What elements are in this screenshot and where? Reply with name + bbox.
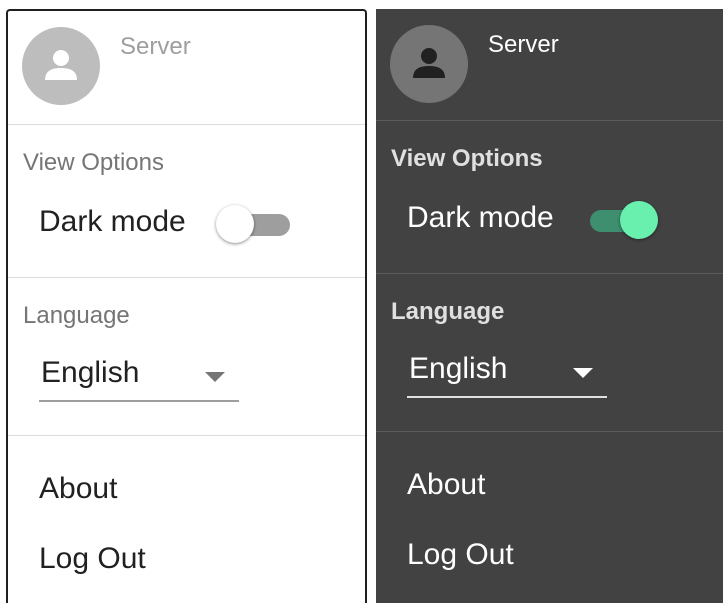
dark-mode-label: Dark mode [39, 205, 186, 238]
divider [8, 277, 365, 278]
toggle-thumb[interactable] [216, 205, 254, 243]
language-select-value: English [409, 352, 508, 385]
about-menu-item[interactable]: About [39, 472, 117, 506]
language-select[interactable]: English [39, 350, 239, 402]
select-underline [39, 400, 239, 402]
view-options-title: View Options [23, 149, 164, 176]
logout-menu-item[interactable]: Log Out [39, 542, 146, 576]
dark-mode-toggle[interactable] [584, 198, 658, 239]
server-name: Server [488, 31, 559, 58]
menu-panel-light: Server View Options Dark mode Language E… [6, 9, 367, 603]
person-icon [45, 50, 77, 80]
caret-down-icon [573, 368, 593, 378]
view-options-title: View Options [391, 145, 543, 172]
divider [8, 124, 365, 125]
divider [8, 435, 365, 436]
language-select[interactable]: English [407, 346, 607, 398]
avatar[interactable] [22, 27, 100, 105]
caret-down-icon [205, 372, 225, 382]
dark-mode-toggle[interactable] [216, 202, 290, 243]
toggle-thumb[interactable] [620, 201, 658, 239]
language-title: Language [391, 298, 505, 325]
server-name: Server [120, 33, 191, 60]
menu-panel-dark: Server View Options Dark mode Language E… [376, 9, 723, 603]
divider [376, 431, 723, 432]
select-underline [407, 396, 607, 398]
logout-menu-item[interactable]: Log Out [407, 538, 514, 572]
dark-mode-label: Dark mode [407, 201, 554, 234]
about-menu-item[interactable]: About [407, 468, 485, 502]
screenshot-stage: Server View Options Dark mode Language E… [0, 0, 723, 603]
language-title: Language [23, 302, 130, 329]
avatar[interactable] [390, 25, 468, 103]
divider [376, 273, 723, 274]
divider [376, 120, 723, 121]
person-icon [413, 48, 445, 78]
language-select-value: English [41, 356, 140, 389]
